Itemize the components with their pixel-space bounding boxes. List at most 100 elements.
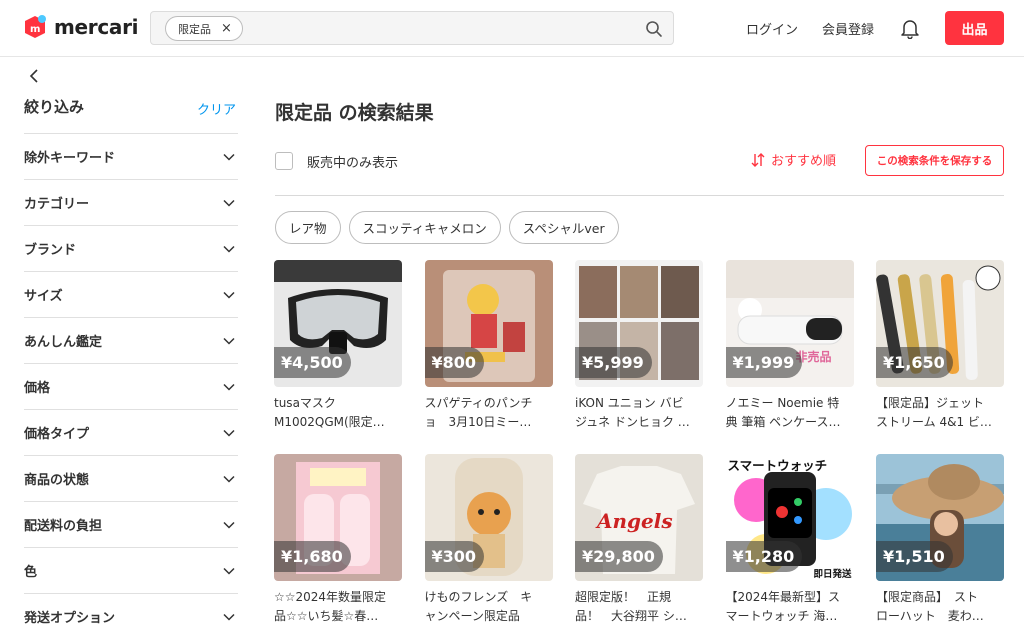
logo-text: mercari [54,15,139,39]
product-name-line: ョ 3月10日ミー… [424,415,532,429]
mercari-logo[interactable]: m mercari [22,14,139,40]
price-badge: ¥1,999 [725,347,803,378]
chevron-down-icon [223,429,235,437]
product-name-line: ローハット 麦わ… [876,609,984,623]
price-badge: ¥1,680 [274,541,351,572]
filter-item[interactable]: 価格 [24,363,238,409]
chevron-down-icon [223,199,235,207]
product-name[interactable]: スパゲティのパンチ ョ 3月10日ミー… [425,394,549,432]
page-title: 限定品 の検索結果 [275,102,434,124]
filter-label: 発送オプション [24,611,116,626]
back-arrow-icon[interactable] [26,66,42,86]
filter-item[interactable]: ブランド [24,225,238,271]
product-name-line: 典 筆箱 ペンケース… [725,415,841,429]
filter-item[interactable]: 配送料の負担 [24,501,238,547]
product-name[interactable]: けものフレンズ キ ャンペーン限定品 [425,588,549,626]
filter-item[interactable]: サイズ [24,271,238,317]
suggested-tags: レア物 スコッティキャメロン スペシャルver [275,211,627,244]
product-name-line: 品！ 大谷翔平 シ… [575,609,687,623]
chevron-down-icon [223,383,235,391]
filter-item[interactable]: 価格タイプ [24,409,238,455]
product-card[interactable]: ¥1,650 【限定品】ジェット ストリーム 4&1 ビ… [876,260,1004,432]
signup-link[interactable]: 会員登録 [822,19,874,38]
product-name-line: M1002QGM(限定… [274,415,385,429]
search-keyword-chip[interactable]: 限定品 × [165,16,243,41]
filter-label: カテゴリー [24,197,90,212]
product-image[interactable]: ¥800 [424,260,553,387]
product-card[interactable]: スマートウォッチ 即日発送 ¥1,280 【2024年最新型】ス マートウォッチ… [725,454,854,626]
product-card[interactable]: ¥800 スパゲティのパンチ ョ 3月10日ミー… [424,260,553,432]
onsale-label[interactable]: 販売中のみ表示 [307,152,398,171]
product-card[interactable]: ¥300 けものフレンズ キ ャンペーン限定品 [424,454,553,626]
onsale-checkbox[interactable] [275,152,293,170]
product-card[interactable]: ¥4,500 tusaマスク M1002QGM(限定… [274,260,402,432]
product-name[interactable]: 超限定版！ 正規 品！ 大谷翔平 シ… [575,588,699,626]
jersey-overlay-text: Angels [595,509,673,533]
login-link[interactable]: ログイン [746,19,798,38]
product-name-line: iKON ユニョン バビ [575,396,684,410]
bell-icon[interactable] [899,17,921,39]
filter-item[interactable]: 除外キーワード [24,133,238,179]
product-image[interactable]: ¥300 [424,454,553,581]
product-name-line: 【限定品】ジェット [876,396,985,410]
filter-label: 除外キーワード [24,151,116,166]
product-name[interactable]: 【限定商品】 スト ローハット 麦わ… [876,588,1000,626]
filter-item[interactable]: 発送オプション [24,593,238,636]
filter-label: 色 [24,565,38,580]
product-name[interactable]: 【2024年最新型】ス マートウォッチ 海… [726,588,850,626]
sort-label: おすすめ順 [771,154,837,169]
chevron-down-icon [223,337,235,345]
close-icon[interactable]: × [221,21,232,36]
filter-label: 価格タイプ [24,427,90,442]
sell-button[interactable]: 出品 [945,11,1004,45]
product-image[interactable]: ¥5,999 [575,260,703,387]
header: m mercari 限定品 × ログイン 会員登録 出品 [0,0,1024,57]
price-badge: ¥1,650 [876,347,953,378]
price-badge: ¥1,280 [725,541,803,572]
tag-chip[interactable]: レア物 [275,211,341,244]
product-name[interactable]: iKON ユニョン バビ ジュネ ドンヒョク … [575,394,699,432]
mercari-logo-icon: m [25,15,46,38]
product-image[interactable]: ¥1,510 [876,454,1004,581]
sort-icon [751,152,765,167]
product-name-line: ノエミー Noemie 特 [725,396,840,410]
item-overlay-badge: 即日発送 [813,569,852,580]
product-name-line: 品☆☆いち髪☆春… [274,609,379,623]
tag-chip[interactable]: スコッティキャメロン [348,211,501,244]
product-image[interactable]: 非売品 ¥1,999 [725,260,854,387]
filter-item[interactable]: 色 [24,547,238,593]
product-name[interactable]: tusaマスク M1002QGM(限定… [274,394,398,432]
filter-label: 配送料の負担 [24,519,103,534]
save-search-button[interactable]: この検索条件を保存する [865,145,1004,176]
product-name[interactable]: ノエミー Noemie 特 典 筆箱 ペンケース… [726,394,850,432]
filter-item[interactable]: あんしん鑑定 [24,317,238,363]
product-card[interactable]: ¥1,680 ☆☆2024年数量限定 品☆☆いち髪☆春… [274,454,402,626]
product-name[interactable]: 【限定品】ジェット ストリーム 4&1 ビ… [876,394,1000,432]
filter-label: ブランド [24,243,77,258]
filter-item[interactable]: 商品の状態 [24,455,238,501]
product-image[interactable]: ¥1,680 [274,454,402,581]
filter-item[interactable]: カテゴリー [24,179,238,225]
product-card[interactable]: ¥1,510 【限定商品】 スト ローハット 麦わ… [876,454,1004,626]
product-card[interactable]: 非売品 ¥1,999 ノエミー Noemie 特 典 筆箱 ペンケース… [725,260,854,432]
product-name-line: マートウォッチ 海… [725,609,838,623]
sort-button[interactable]: おすすめ順 [750,150,836,169]
product-card[interactable]: Angels ¥29,800 超限定版！ 正規 品！ 大谷翔平 シ… [575,454,703,626]
search-input[interactable]: 限定品 × [150,11,674,45]
chevron-down-icon [223,567,235,575]
product-name-line: けものフレンズ キ [424,590,533,604]
price-badge: ¥29,800 [575,541,663,572]
chevron-down-icon [223,475,235,483]
tag-chip[interactable]: スペシャルver [508,211,619,244]
filter-title: 絞り込み [24,98,85,116]
product-image[interactable]: ¥4,500 [274,260,402,387]
product-image[interactable]: スマートウォッチ 即日発送 ¥1,280 [725,454,854,581]
product-image[interactable]: Angels ¥29,800 [575,454,703,581]
search-icon[interactable] [645,20,663,38]
product-image[interactable]: ¥1,650 [876,260,1004,387]
product-name[interactable]: ☆☆2024年数量限定 品☆☆いち髪☆春… [274,588,398,626]
product-name-line: 超限定版！ 正規 [575,590,672,604]
chevron-down-icon [223,291,235,299]
product-card[interactable]: ¥5,999 iKON ユニョン バビ ジュネ ドンヒョク … [575,260,703,432]
clear-filters-link[interactable]: クリア [197,99,236,118]
